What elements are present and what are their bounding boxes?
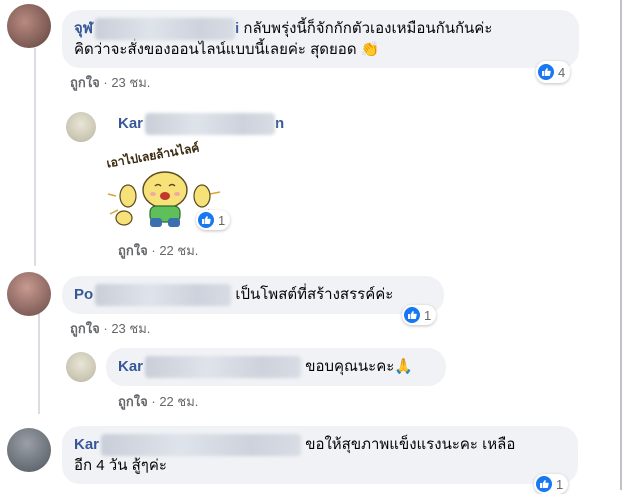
redacted-name [95,18,236,40]
comment-bubble: Po เป็นโพสต์ที่สร้างสรรค์ค่ะ [62,276,444,314]
comment-actions: ถูกใจ · 23 ชม. [70,75,151,90]
timestamp[interactable]: 23 ชม. [111,75,150,90]
reaction-count[interactable]: 1 [534,474,569,494]
comment-text: เป็นโพสต์ที่สร้างสรรค์ค่ะ [235,285,394,303]
commenter-name[interactable]: Kar [118,115,143,132]
comment-actions: ถูกใจ · 22 ชม. [118,243,199,258]
reply-thread-line [38,306,40,414]
avatar[interactable] [66,352,96,382]
reply-header: Kar n [118,113,284,135]
avatar[interactable] [7,4,51,48]
timestamp[interactable]: 23 ชม. [111,321,150,336]
timestamp[interactable]: 22 ชม. [159,243,198,258]
timestamp[interactable]: 22 ชม. [159,394,198,409]
like-icon [198,212,214,228]
commenter-name[interactable]: Po [74,286,93,303]
redacted-name [95,284,232,306]
comment-bubble: Kar ขอให้สุขภาพแข็งแรงนะคะ เหลือ อีก 4 ว… [62,426,578,484]
comment-text: ขอให้สุขภาพแข็งแรงนะคะ เหลือ [305,435,516,453]
reply-thread-line [34,48,36,266]
comment-bubble: Kar ขอบคุณนะคะ🙏 [106,348,446,386]
like-icon [404,307,420,323]
comment-text: อีก 4 วัน สู้ๆค่ะ [74,457,167,474]
pray-emoji-icon: 🙏 [394,357,414,375]
like-button[interactable]: ถูกใจ [70,321,100,336]
reaction-count[interactable]: 1 [402,305,437,325]
like-button[interactable]: ถูกใจ [118,394,148,409]
avatar[interactable] [7,272,51,316]
like-button[interactable]: ถูกใจ [70,75,100,90]
comment-text: ขอบคุณนะคะ [305,357,395,375]
commenter-name[interactable]: จุฬ [74,20,93,37]
commenter-name[interactable]: Kar [118,358,143,375]
reaction-count[interactable]: 4 [536,61,571,83]
commenter-name[interactable]: Kar [74,436,99,453]
comment-bubble: จุฬ i กลับพรุ่งนี้ก็จักกักตัวเองเหมือนกัน… [62,10,579,68]
avatar[interactable] [7,428,51,472]
commenter-name-suffix[interactable]: i [235,20,239,37]
redacted-name [101,434,302,456]
avatar[interactable] [66,112,96,142]
commenter-name-suffix[interactable]: n [275,115,284,132]
comment-text: กลับพรุ่งนี้ก็จักกักตัวเองเหมือนกันกันค่… [243,19,493,37]
comment-actions: ถูกใจ · 22 ชม. [118,394,199,409]
comment-actions: ถูกใจ · 23 ชม. [70,321,151,336]
reaction-count[interactable]: 1 [196,210,231,230]
redacted-name [145,356,302,378]
like-icon [538,64,554,80]
comment-text: คิดว่าจะสั่งของออนไลน์แบบนี้เลยค่ะ สุดยอ… [74,41,357,58]
redacted-name [145,113,276,135]
clap-emoji-icon: 👏 [360,41,380,58]
like-button[interactable]: ถูกใจ [118,243,148,258]
